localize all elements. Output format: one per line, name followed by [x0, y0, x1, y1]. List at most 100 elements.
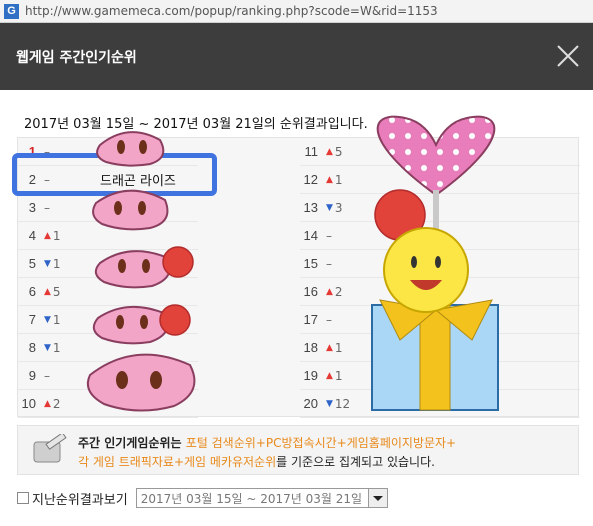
rank-number: 17: [303, 312, 318, 327]
ranking-row[interactable]: 19 ▲ 1: [300, 362, 580, 390]
rank-change-value: 1: [52, 228, 61, 243]
ranking-row[interactable]: 5 ▼ 1: [18, 250, 198, 278]
rank-change-value: 5: [52, 284, 61, 299]
ranking-row[interactable]: 17–: [300, 306, 580, 334]
rank-change-value: 1: [52, 256, 61, 271]
rank-change: ▲ 1: [326, 173, 366, 187]
info-line-1: 주간 인기게임순위는 포털 검색순위+PC방접속시간+게임홈페이지방문자+: [78, 434, 456, 451]
arrow-down-icon: ▼: [44, 342, 51, 353]
rank-number: 19: [303, 368, 318, 383]
rank-number: 9: [28, 368, 36, 383]
pencil-note-icon: [33, 434, 67, 463]
info-highlight-1: 포털 검색순위+PC방접속시간+게임홈페이지방문자+: [185, 436, 457, 450]
rank-change-value: –: [326, 312, 332, 327]
rank-change: –: [326, 313, 366, 327]
ranking-row[interactable]: 4 ▲ 1: [18, 222, 198, 250]
rank-change-value: 1: [334, 172, 343, 187]
popup-title: 웹게임 주간인기순위: [16, 50, 137, 66]
ranking-row[interactable]: 6 ▲ 5: [18, 278, 198, 306]
ranking-row[interactable]: 11 ▲ 5: [300, 138, 580, 166]
ranking-column-right: 11 ▲ 5 12 ▲ 1 13 ▼ 3 14–15–16 ▲ 2 17–18 ▲ 1 19 ▲ 1 20 ▼ 12: [300, 138, 580, 418]
chevron-down-icon: [372, 496, 383, 501]
rank-number: 14: [303, 228, 318, 243]
rank-change-value: –: [326, 228, 332, 243]
info-box: 주간 인기게임순위는 포털 검색순위+PC방접속시간+게임홈페이지방문자+ 각 …: [17, 425, 579, 475]
rank-change: ▼ 1: [44, 313, 84, 327]
rank-change-value: –: [326, 256, 332, 271]
arrow-up-icon: ▲: [326, 174, 333, 185]
past-results-select[interactable]: 2017년 03월 15일 ~ 2017년 03월 21일: [135, 488, 388, 508]
arrow-down-icon: ▼: [326, 398, 333, 409]
rank-change: ▲ 2: [44, 397, 84, 411]
rank-change: ▲ 5: [44, 285, 84, 299]
rank-change-value: 1: [52, 312, 61, 327]
rank-number: 11: [304, 144, 319, 159]
rank-change-value: 2: [334, 284, 343, 299]
close-button[interactable]: [553, 41, 583, 71]
past-results-row: 지난순위결과보기 2017년 03월 15일 ~ 2017년 03월 21일: [17, 488, 388, 508]
rank-change-value: –: [44, 200, 50, 215]
rank-number: 4: [28, 228, 36, 243]
arrow-up-icon: ▲: [326, 342, 333, 353]
ranking-row[interactable]: 20 ▼ 12: [300, 390, 580, 418]
rank-number: 8: [28, 340, 36, 355]
arrow-up-icon: ▲: [44, 398, 51, 409]
rank-change: ▼ 12: [326, 397, 366, 411]
close-icon: [557, 45, 579, 67]
rank-number: 15: [303, 256, 318, 271]
rank-change: ▲ 5: [326, 145, 366, 159]
rank-change: –: [326, 257, 366, 271]
ranking-row[interactable]: 16 ▲ 2: [300, 278, 580, 306]
rank-change: ▲ 1: [326, 369, 366, 383]
rank-change-value: 1: [52, 340, 61, 355]
rank-change-value: 2: [52, 396, 61, 411]
info-prefix: 주간 인기게임순위는: [78, 436, 186, 450]
arrow-up-icon: ▲: [326, 286, 333, 297]
info-highlight-2: 각 게임 트래픽자료+게임 메카유저순위: [78, 455, 277, 469]
ranking-period: 2017년 03월 15일 ~ 2017년 03월 21일의 순위결과입니다.: [24, 117, 368, 132]
ranking-row[interactable]: 15–: [300, 250, 580, 278]
rank-change-value: 1: [334, 368, 343, 383]
past-results-selected: 2017년 03월 15일 ~ 2017년 03월 21일: [140, 491, 363, 506]
arrow-up-icon: ▲: [326, 146, 333, 157]
site-favicon-icon: G: [4, 3, 19, 19]
ranking-row[interactable]: 14–: [300, 222, 580, 250]
highlight-circle: [12, 153, 217, 196]
rank-change-value: 12: [334, 396, 351, 411]
rank-number: 13: [303, 200, 318, 215]
ranking-row[interactable]: 18 ▲ 1: [300, 334, 580, 362]
rank-number: 20: [303, 396, 318, 411]
rank-number: 3: [28, 200, 36, 215]
ranking-row[interactable]: 13 ▼ 3: [300, 194, 580, 222]
ranking-row[interactable]: 3–: [18, 194, 198, 222]
url-text[interactable]: http://www.gamemeca.com/popup/ranking.ph…: [25, 4, 438, 18]
rank-number: 16: [303, 284, 318, 299]
rank-number: 12: [303, 172, 318, 187]
arrow-down-icon: ▼: [44, 258, 51, 269]
ranking-row[interactable]: 7 ▼ 1: [18, 306, 198, 334]
rank-change: ▼ 1: [44, 341, 84, 355]
ranking-row[interactable]: 12 ▲ 1: [300, 166, 580, 194]
rank-change-value: –: [44, 368, 50, 383]
info-line-2: 각 게임 트래픽자료+게임 메카유저순위를 기준으로 집계되고 있습니다.: [78, 453, 435, 470]
arrow-down-icon: ▼: [44, 314, 51, 325]
rank-change-value: 5: [334, 144, 343, 159]
ranking-row[interactable]: 9–: [18, 362, 198, 390]
rank-change-value: 3: [334, 200, 343, 215]
rank-change: ▲ 1: [44, 229, 84, 243]
rank-change: ▼ 3: [326, 201, 366, 215]
arrow-up-icon: ▲: [44, 286, 51, 297]
rank-number: 10: [21, 396, 36, 411]
rank-change: ▼ 1: [44, 257, 84, 271]
past-results-checkbox[interactable]: [17, 492, 29, 504]
info-suffix: 를 기준으로 집계되고 있습니다.: [276, 455, 435, 469]
address-bar[interactable]: G http://www.gamemeca.com/popup/ranking.…: [0, 0, 593, 23]
rank-change: ▲ 2: [326, 285, 366, 299]
rank-number: 18: [303, 340, 318, 355]
arrow-up-icon: ▲: [44, 230, 51, 241]
dropdown-button[interactable]: [367, 489, 387, 507]
rank-change: –: [44, 369, 84, 383]
ranking-row[interactable]: 8 ▼ 1: [18, 334, 198, 362]
popup-header: 웹게임 주간인기순위: [0, 23, 593, 90]
ranking-row[interactable]: 10 ▲ 2: [18, 390, 198, 418]
